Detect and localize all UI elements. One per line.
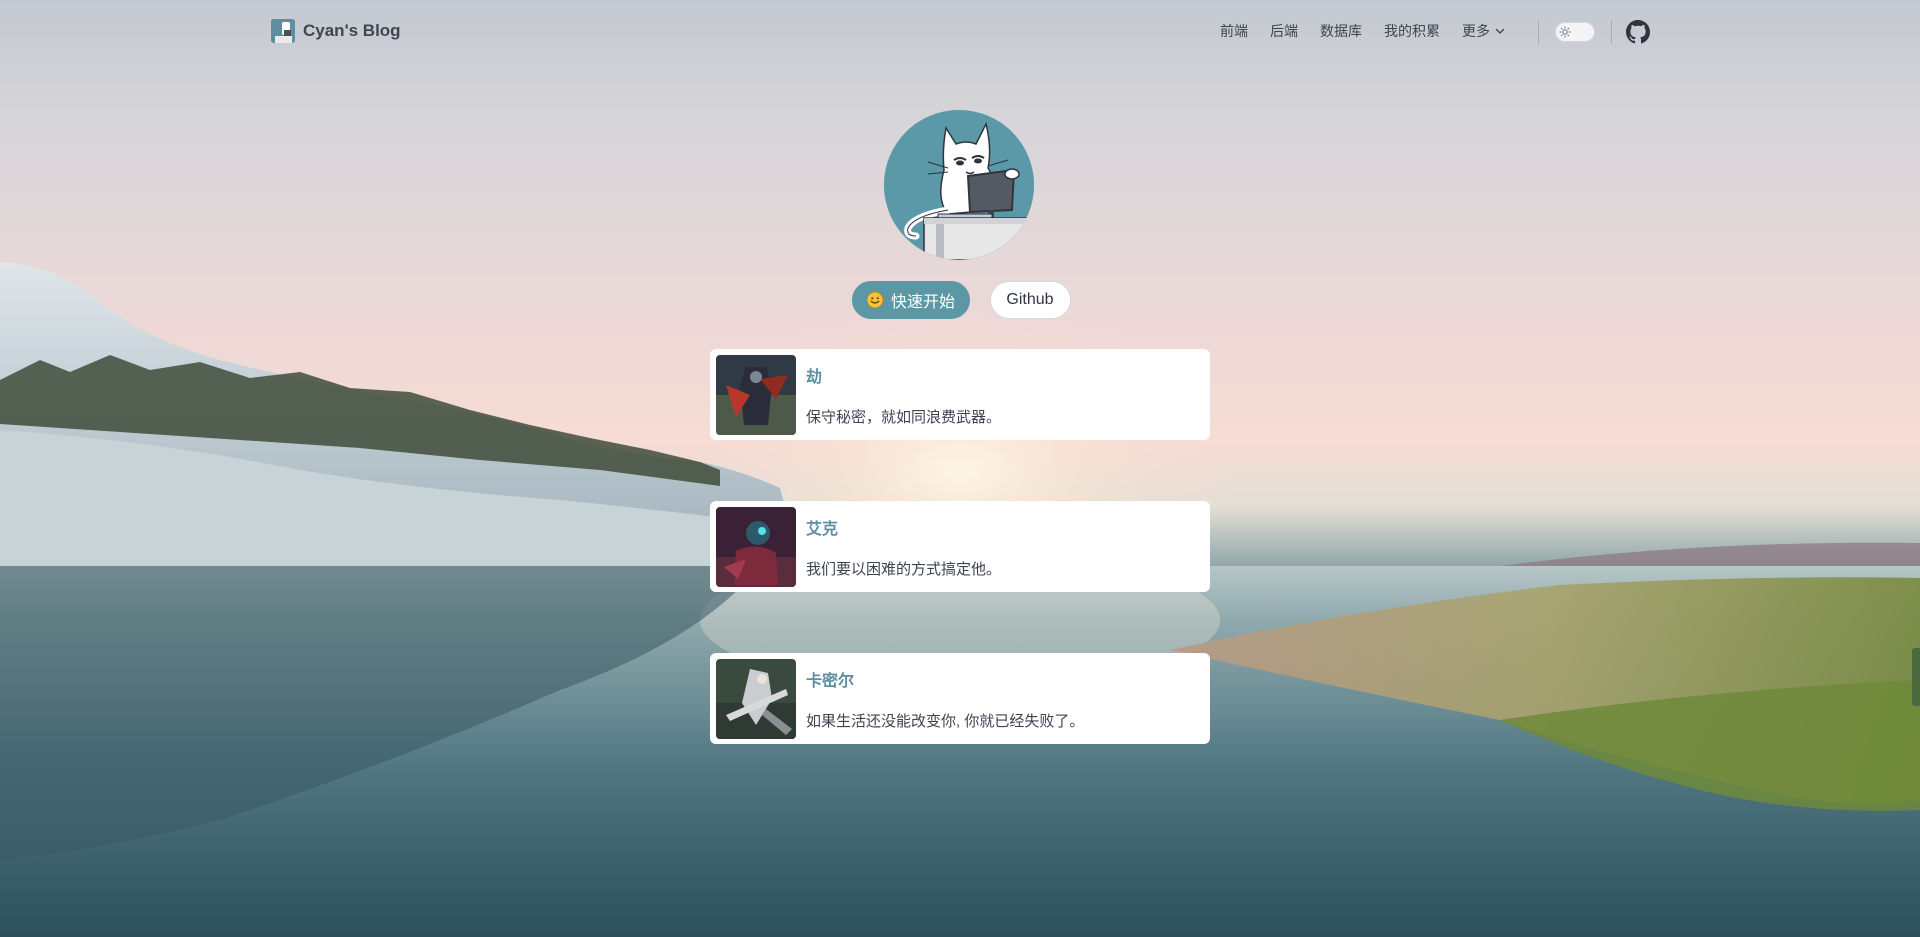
side-edge-widget[interactable] [1912, 648, 1920, 706]
brand-logo-icon [271, 19, 295, 43]
main-nav: 前端 后端 数据库 我的积累 更多 [1220, 21, 1506, 41]
chevron-down-icon [1495, 28, 1505, 34]
nav-divider [1611, 20, 1612, 44]
card-name: 艾克 [806, 521, 839, 538]
nav-item-frontend[interactable]: 前端 [1220, 21, 1248, 41]
nav-item-database[interactable]: 数据库 [1320, 21, 1362, 41]
card-thumbnail [716, 355, 796, 435]
card-thumbnail [716, 507, 796, 587]
nav-more-label: 更多 [1462, 23, 1490, 39]
nav-item-accumulation[interactable]: 我的积累 [1384, 21, 1440, 41]
quote-card[interactable]: 艾克 我们要以困难的方式搞定他。 [710, 501, 1210, 592]
sun-icon [1558, 25, 1572, 39]
theme-toggle[interactable] [1555, 22, 1595, 42]
quick-start-button[interactable]: 快速开始 [851, 281, 970, 319]
card-quote: 我们要以困难的方式搞定他。 [806, 561, 1002, 578]
brand-title: Cyan's Blog [303, 21, 401, 40]
github-button[interactable]: Github [989, 281, 1071, 319]
smile-icon [866, 291, 884, 309]
card-quote: 如果生活还没能改变你, 你就已经失败了。 [806, 713, 1085, 730]
github-icon[interactable] [1626, 20, 1650, 44]
hero-actions: 快速开始 Github [0, 281, 1920, 319]
card-name: 卡密尔 [806, 673, 855, 690]
quick-start-label: 快速开始 [890, 294, 955, 311]
brand-link[interactable]: Cyan's Blog [271, 19, 401, 43]
hero-avatar [884, 110, 1034, 260]
card-thumbnail [716, 659, 796, 739]
nav-item-backend[interactable]: 后端 [1270, 21, 1298, 41]
nav-item-more[interactable]: 更多 [1462, 21, 1506, 41]
github-button-label: Github [1006, 291, 1054, 308]
quote-card[interactable]: 劫 保守秘密，就如同浪费武器。 [710, 349, 1210, 440]
quote-card[interactable]: 卡密尔 如果生活还没能改变你, 你就已经失败了。 [710, 653, 1210, 744]
nav-divider [1538, 20, 1539, 44]
card-quote: 保守秘密，就如同浪费武器。 [806, 409, 1002, 426]
top-navbar: Cyan's Blog 前端 后端 数据库 我的积累 更多 [0, 0, 1920, 64]
card-name: 劫 [806, 369, 823, 386]
